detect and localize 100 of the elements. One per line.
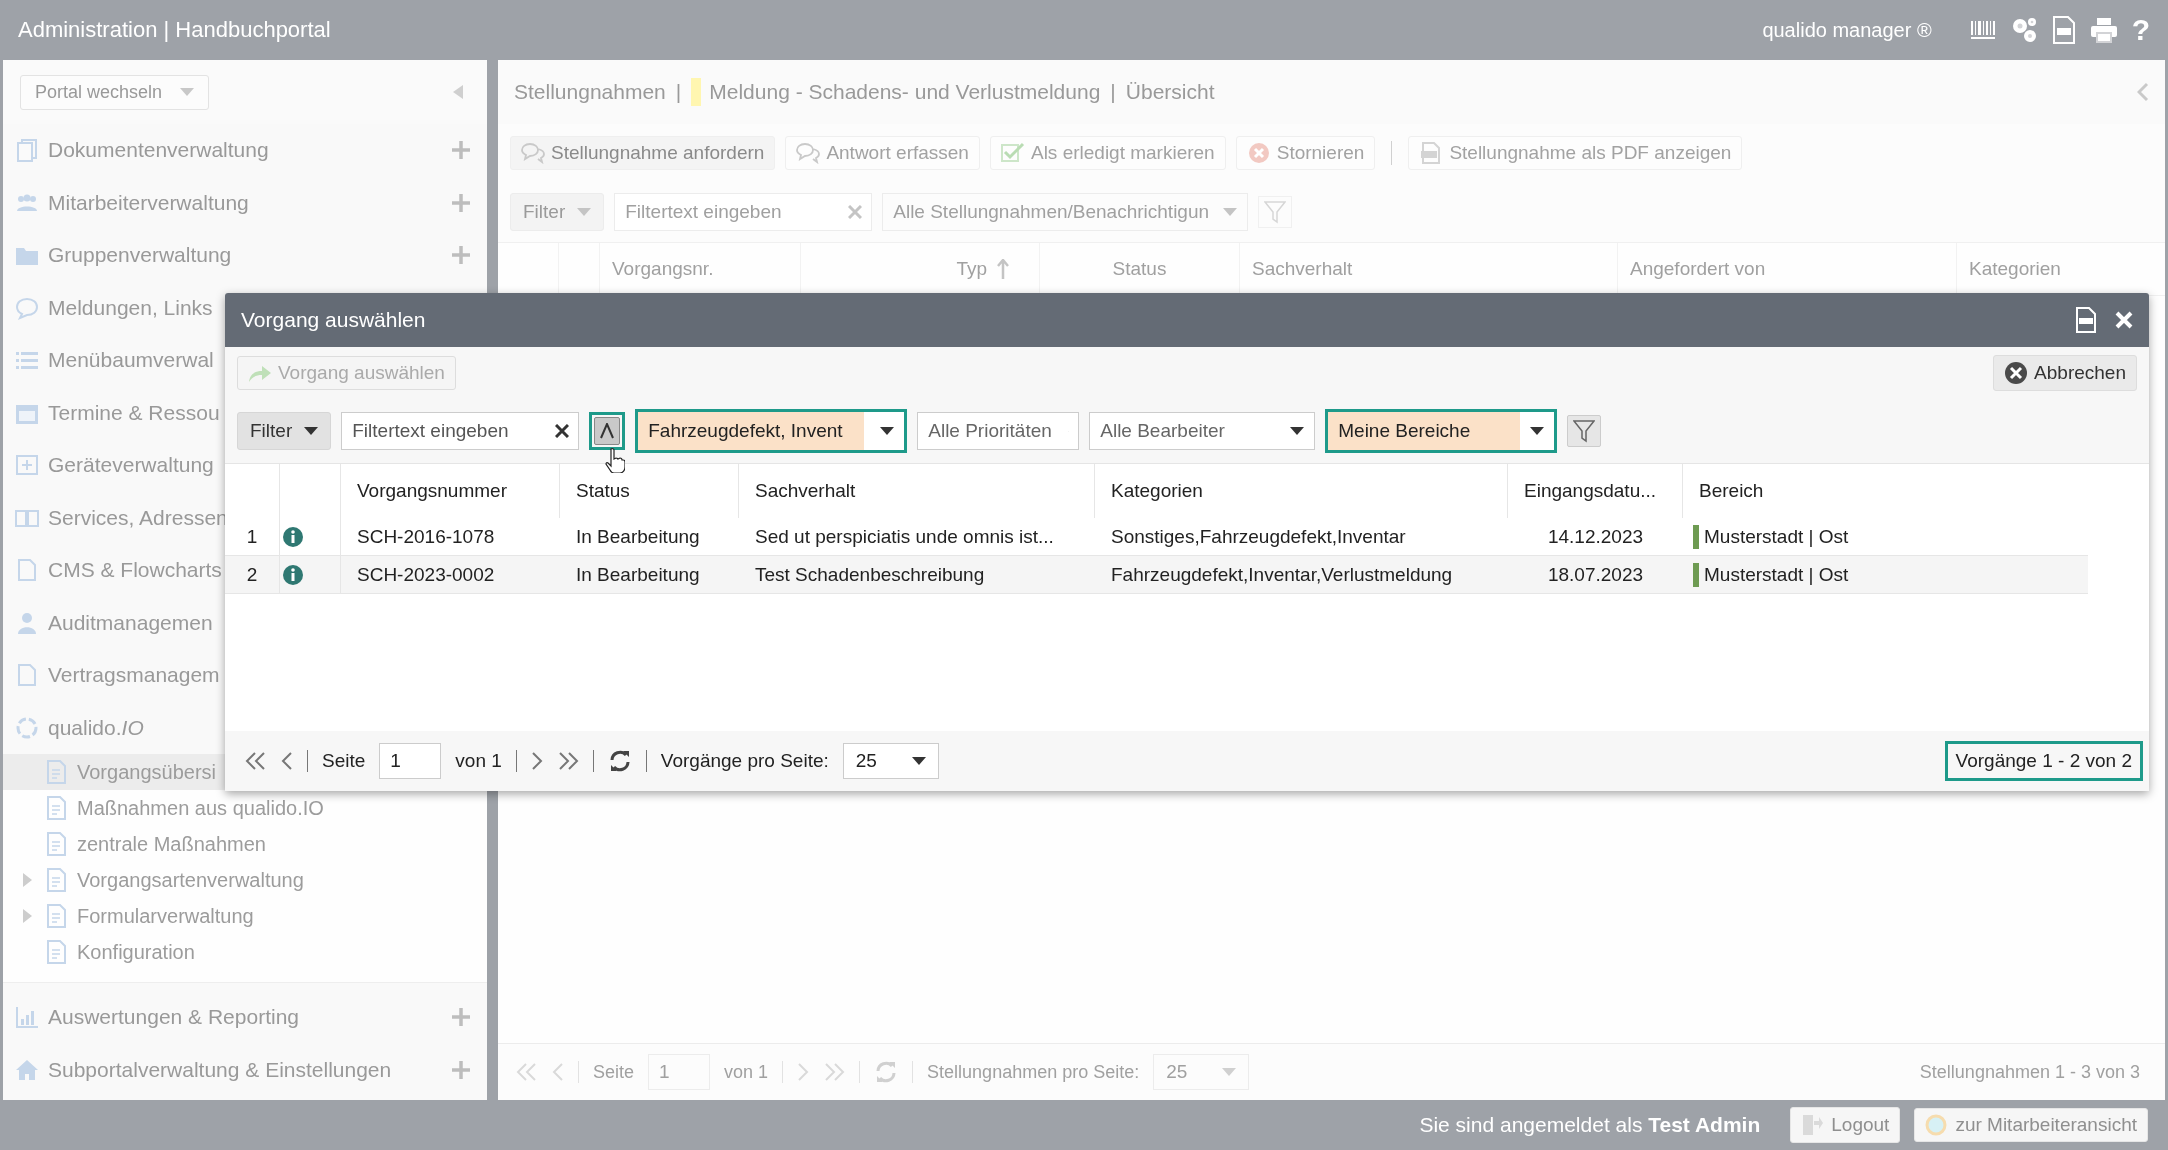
submodule-label[interactable]: Maßnahmen aus qualido.IO	[77, 796, 324, 820]
close-icon[interactable]	[2115, 311, 2133, 329]
table-cell-text: In Bearbeitung	[575, 524, 701, 549]
filter-button[interactable]: Filter	[237, 412, 332, 450]
breadcrumb-item: |	[1110, 80, 1116, 104]
page-count: von 1	[724, 1061, 769, 1083]
color-marker	[691, 78, 702, 106]
logout-button[interactable]: Logout	[1790, 1107, 1901, 1143]
column-header[interactable]: Sachverhalt	[739, 464, 1095, 518]
toggle-filters-button[interactable]	[594, 417, 621, 445]
filter-text-field[interactable]: Filtertext eingeben	[341, 412, 580, 450]
column-header[interactable]: Kategorien	[1095, 464, 1508, 518]
page-label: Seite	[593, 1061, 635, 1083]
column-header[interactable]: Bereich	[1683, 464, 2088, 518]
page-label: Seite	[322, 750, 366, 772]
table-cell-text: SCH-2023-0002	[356, 562, 496, 587]
plus-icon[interactable]	[451, 1007, 471, 1028]
help-button[interactable]: ?	[2131, 13, 2150, 47]
submodule-label[interactable]: Formularverwaltung	[77, 904, 254, 928]
filter-select[interactable]: Alle Bearbeiter	[1089, 412, 1316, 450]
toolbar-icon	[521, 142, 545, 164]
cycle-icon	[15, 715, 39, 740]
collapse-icon[interactable]	[453, 85, 463, 99]
page-field[interactable]: 1	[379, 743, 442, 779]
table-cell-text: Fahrzeugdefekt,Inventar,Verlustmeldung	[1110, 562, 1454, 587]
expand-arrow-icon[interactable]	[23, 909, 32, 923]
brand-name: qualido manager ®	[1762, 18, 1932, 42]
document-icon	[45, 832, 67, 856]
table-cell-text: In Bearbeitung	[575, 562, 701, 587]
type-select[interactable]: Alle Stellungnahmen/Benachrichtigun	[882, 193, 1249, 231]
plus-icon[interactable]	[451, 192, 471, 213]
column-header[interactable]: Vorgangsnummer	[341, 464, 560, 518]
plus-icon[interactable]	[451, 245, 471, 266]
submodule-label[interactable]: Vorgangsübersi	[77, 760, 216, 784]
caret-icon	[880, 427, 895, 435]
submodule-label[interactable]: zentrale Maßnahmen	[77, 832, 266, 856]
switch-view-button[interactable]: zur Mitarbeiteransicht	[1914, 1108, 2148, 1142]
breadcrumb-item: Stellungnahmen	[514, 80, 666, 104]
person-icon	[15, 610, 39, 635]
row-number: 2	[225, 556, 280, 593]
document-icon	[45, 796, 67, 820]
table-cell-text: 18.07.2023	[1546, 562, 1645, 587]
plus-icon[interactable]	[451, 140, 471, 161]
document-icon	[45, 760, 67, 784]
submodule-label[interactable]: Vorgangsartenverwaltung	[77, 868, 304, 892]
expand-arrow-icon[interactable]	[23, 873, 32, 887]
page-field[interactable]: 1	[648, 1054, 711, 1090]
filter-select[interactable]: Meine Bereiche	[1325, 409, 1558, 453]
toolbar-icon	[1246, 142, 1271, 164]
per-page-label: Vorgänge pro Seite:	[660, 750, 829, 772]
table-cell-text: SCH-2016-1078	[356, 524, 496, 549]
page-count: von 1	[455, 750, 502, 772]
caret-icon	[304, 427, 319, 435]
chevron-left-icon[interactable]	[2137, 82, 2149, 102]
portal-select[interactable]: Portal wechseln	[20, 74, 210, 110]
submodule-label[interactable]: Konfiguration	[77, 940, 195, 964]
per-page-label: Stellungnahmen pro Seite:	[927, 1061, 1140, 1083]
filter-icon-button[interactable]	[1567, 415, 1602, 447]
forward-arrow-icon	[248, 363, 272, 383]
column-header[interactable]: Kategorien	[1957, 243, 2165, 295]
previous-page-icon[interactable]	[281, 752, 293, 770]
table-cell: Musterstadt | Ost	[1704, 563, 1849, 586]
barcode-icon[interactable]	[1969, 19, 1996, 41]
chevron-icon	[600, 423, 615, 439]
filter-select[interactable]: Fahrzeugdefekt, Invent	[635, 409, 908, 453]
dialog-title: Vorgang auswählen	[241, 308, 426, 332]
info-icon[interactable]	[282, 563, 304, 586]
clear-icon[interactable]	[555, 424, 570, 438]
bar-chart-icon	[15, 1005, 39, 1030]
caret-icon	[1530, 427, 1545, 435]
table-cell-text: 14.12.2023	[1546, 524, 1645, 549]
caret-icon	[911, 757, 926, 765]
plus-icon[interactable]	[451, 1059, 471, 1080]
column-header[interactable]: Eingangsdatu...	[1508, 464, 1683, 518]
doc-icon	[15, 558, 39, 583]
record-summary: Vorgänge 1 - 2 von 2	[1944, 741, 2143, 781]
cancel-button[interactable]: Abbrechen	[1993, 355, 2137, 391]
record-summary: Stellungnahmen 1 - 3 von 3	[1918, 1060, 2141, 1084]
column-header[interactable]: Status	[560, 464, 739, 518]
spreadsheet-file-icon[interactable]	[2075, 307, 2097, 333]
login-info: Sie sind angemeldet als Test Admin	[1419, 1113, 1761, 1137]
breadcrumb-item: Übersicht	[1125, 80, 1215, 104]
last-page-icon[interactable]	[556, 752, 579, 770]
filter-button[interactable]: Filter	[510, 193, 605, 231]
spreadsheet-file-icon[interactable]	[2051, 16, 2076, 44]
doc-icon	[15, 663, 39, 688]
first-page-icon[interactable]	[245, 752, 267, 770]
per-page-select[interactable]: 25	[842, 743, 939, 779]
table-cell: Musterstadt | Ost	[1704, 525, 1849, 548]
toolbar-button[interactable]: Stellungnahme anfordern	[510, 136, 776, 170]
filter-select[interactable]: Alle Prioritäten	[917, 412, 1080, 450]
module-label[interactable]: Subportalverwaltung & Einstellungen	[48, 1057, 442, 1082]
next-page-icon[interactable]	[530, 752, 543, 770]
info-icon[interactable]	[282, 525, 304, 548]
caret-icon	[180, 88, 195, 96]
module-label[interactable]: Auswertungen & Reporting	[48, 1005, 442, 1030]
per-page-select[interactable]: 25	[1153, 1054, 1250, 1090]
circle-icon	[1925, 1114, 1948, 1136]
printer-icon[interactable]	[2089, 17, 2118, 43]
row-number: 1	[225, 518, 280, 555]
